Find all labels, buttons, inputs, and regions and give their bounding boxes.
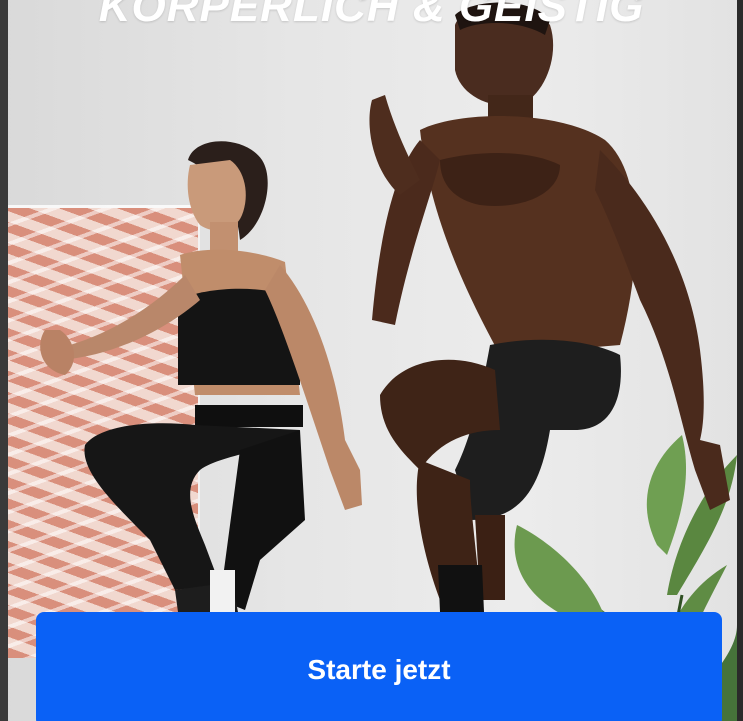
onboarding-screen: KÖRPERLICH & GEISTIG Starte jetzt [0, 0, 743, 721]
woman-figure [40, 141, 362, 612]
left-edge [0, 0, 8, 721]
man-figure [369, 2, 730, 612]
hero-title: KÖRPERLICH & GEISTIG [98, 0, 645, 31]
start-now-button[interactable]: Starte jetzt [36, 612, 722, 721]
right-edge [737, 0, 743, 721]
